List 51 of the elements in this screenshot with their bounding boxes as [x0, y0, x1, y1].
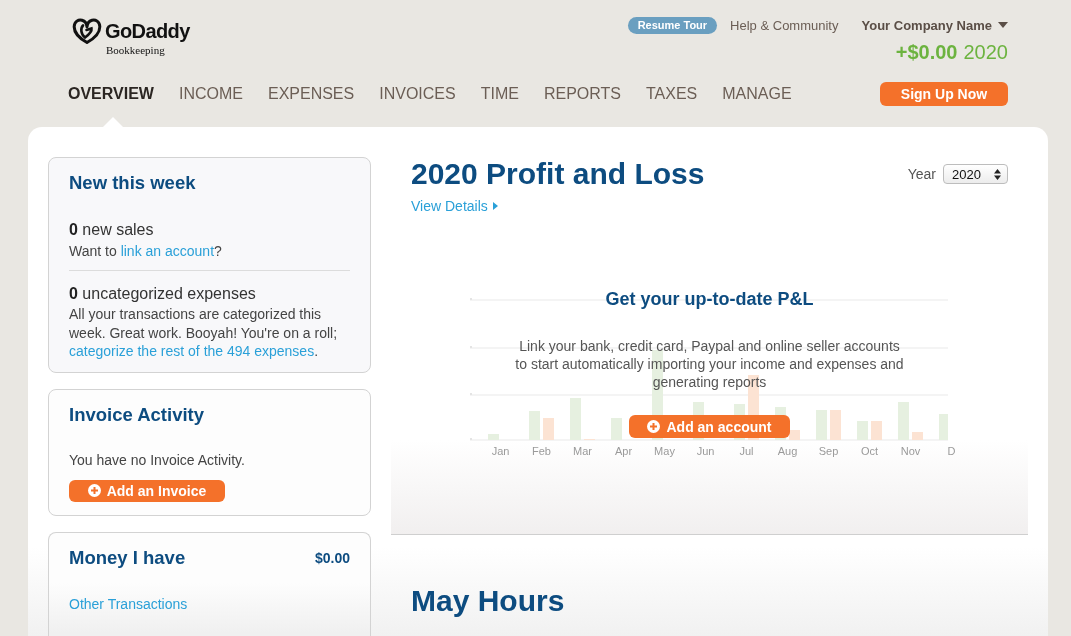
resume-tour-button[interactable]: Resume Tour — [627, 16, 718, 34]
month-label: Feb — [531, 444, 552, 458]
profit-amount: +$0.00 — [895, 40, 958, 64]
month-label: May — [653, 444, 676, 458]
nav-tab[interactable]: TAXES — [645, 84, 698, 104]
month-label: Apr — [613, 444, 634, 458]
tab-pointer-icon — [103, 117, 123, 127]
month-label: D — [946, 444, 957, 458]
month-label: Jan — [490, 444, 511, 458]
card-title: Invoice Activity — [69, 402, 206, 427]
view-details-link[interactable]: View Details — [411, 198, 498, 214]
month-label: Nov — [899, 444, 922, 458]
link-account-prompt: Want to link an account? — [69, 242, 223, 260]
caret-right-icon — [492, 202, 498, 210]
nav-tab[interactable]: MANAGE — [722, 84, 792, 104]
month-label: Oct — [859, 444, 880, 458]
brand-name: GoDaddy — [105, 19, 190, 43]
other-transactions-link[interactable]: Other Transactions — [69, 594, 188, 613]
nav-tab[interactable]: OVERVIEW — [68, 84, 154, 104]
categorized-message: All your transactions are categorized this week. Great work. Booyah! You're on a roll; categorize the rest of the 494 expenses. — [69, 305, 339, 361]
nav-tab[interactable]: INCOME — [178, 84, 243, 104]
plus-circle-icon — [87, 484, 101, 497]
help-link[interactable]: Help & Community — [730, 17, 839, 33]
nav-tab[interactable]: TIME — [480, 84, 519, 104]
link-account-link[interactable]: link an account — [120, 243, 215, 259]
section-title: 2020 Profit and Loss — [411, 157, 705, 191]
card-title: New this week — [69, 171, 197, 195]
add-invoice-button[interactable]: Add an Invoice — [69, 479, 225, 502]
product-name: Bookkeeping — [106, 44, 166, 57]
section-title: May Hours — [411, 584, 566, 618]
nav-tab[interactable]: INVOICES — [379, 84, 456, 104]
month-label: Aug — [776, 444, 799, 458]
logo-icon — [72, 18, 102, 44]
year-select[interactable]: 2020 — [943, 164, 1008, 184]
month-label: Sep — [817, 444, 840, 458]
month-label: Mar — [572, 444, 593, 458]
up-down-arrows-icon — [994, 168, 1001, 180]
company-menu[interactable]: Your Company Name — [861, 17, 1008, 33]
sign-up-button[interactable]: Sign Up Now — [880, 82, 1008, 106]
new-sales-summary: 0 new sales — [69, 220, 155, 240]
nav-tab[interactable]: REPORTS — [543, 84, 621, 104]
uncategorized-expenses-summary: 0 uncategorized expenses — [69, 284, 257, 304]
profit-year: 2020 — [963, 40, 1008, 64]
invoice-message: You have no Invoice Activity. — [69, 450, 246, 469]
year-label: Year — [907, 166, 936, 182]
caret-down-icon — [998, 22, 1008, 28]
nav-tab[interactable]: EXPENSES — [267, 84, 355, 104]
month-label: Jun — [695, 444, 716, 458]
card-title: Money I have — [69, 545, 186, 570]
month-label: Jul — [738, 444, 755, 458]
money-amount: $0.00 — [314, 549, 350, 566]
